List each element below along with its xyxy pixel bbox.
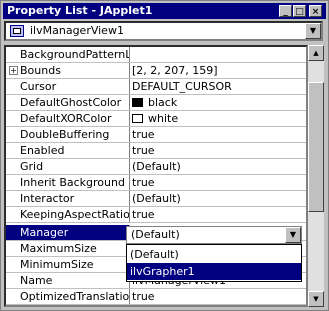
property-value[interactable]: (Default)	[132, 191, 306, 206]
property-row-doublebuffering[interactable]: DoubleBuffering true	[6, 127, 306, 143]
minimize-button[interactable]: _	[279, 5, 292, 17]
window-title: Property List - JApplet1	[7, 4, 153, 17]
property-name: DefaultGhostColor	[6, 95, 130, 110]
object-selector-combo[interactable]: ilvManagerView1 ▼	[4, 21, 323, 41]
dropdown-option-ilvgrapher1[interactable]: ilvGrapher1	[127, 263, 301, 280]
scroll-up-icon[interactable]: ▲	[308, 45, 324, 61]
property-row-inheritbackground[interactable]: Inherit Background true	[6, 175, 306, 191]
property-value[interactable]: DEFAULT_CURSOR	[132, 79, 306, 94]
property-value[interactable]: black	[132, 95, 306, 110]
property-row-backgroundpattern[interactable]: BackgroundPatternL	[6, 47, 306, 63]
property-value[interactable]: true	[132, 175, 306, 190]
property-name: Enabled	[6, 143, 130, 158]
property-name: DoubleBuffering	[6, 127, 130, 142]
property-row-interactor[interactable]: Interactor (Default)	[6, 191, 306, 207]
property-row-grid[interactable]: Grid (Default)	[6, 159, 306, 175]
manager-dropdown[interactable]: (Default) ▼	[126, 226, 302, 244]
close-button[interactable]: ×	[309, 5, 322, 17]
property-name: OptimizedTranslation	[6, 289, 130, 304]
expand-icon[interactable]: +	[9, 66, 18, 75]
scrollbar-thumb[interactable]	[308, 82, 324, 212]
property-name: Inherit Background	[6, 175, 130, 190]
property-name: MaximumSize	[6, 241, 130, 256]
property-row-defaultghostcolor[interactable]: DefaultGhostColor black	[6, 95, 306, 111]
manager-dropdown-value: (Default)	[131, 228, 180, 241]
property-row-cursor[interactable]: Cursor DEFAULT_CURSOR	[6, 79, 306, 95]
property-value[interactable]: (Default)	[132, 159, 306, 174]
property-row-optimizedtranslation[interactable]: OptimizedTranslation true	[6, 289, 306, 305]
vertical-scrollbar[interactable]: ▲ ▼	[308, 45, 324, 307]
property-name: KeepingAspectRatio	[6, 207, 130, 222]
manager-dropdown-list: (Default) ilvGrapher1	[126, 244, 302, 282]
property-value[interactable]: white	[132, 111, 306, 126]
title-bar[interactable]: Property List - JApplet1 _ □ ×	[3, 3, 326, 19]
property-value[interactable]: true	[132, 127, 306, 142]
property-value[interactable]: [2, 2, 207, 159]	[132, 63, 306, 78]
component-icon	[10, 25, 24, 37]
scroll-down-icon[interactable]: ▼	[308, 291, 324, 307]
property-name: Interactor	[6, 191, 130, 206]
property-name: BackgroundPatternL	[6, 47, 130, 62]
object-selector-value: ilvManagerView1	[30, 24, 124, 37]
property-name: + Bounds	[6, 63, 130, 78]
property-value[interactable]: true	[132, 143, 306, 158]
property-name: Name	[6, 273, 130, 288]
property-name: Grid	[6, 159, 130, 174]
property-name: Manager	[6, 225, 130, 240]
chevron-down-icon[interactable]: ▼	[285, 227, 301, 243]
property-row-keepingaspectratio[interactable]: KeepingAspectRatio true	[6, 207, 306, 223]
dropdown-option-default[interactable]: (Default)	[127, 246, 301, 263]
property-value[interactable]: true	[132, 207, 306, 222]
property-name: DefaultXORColor	[6, 111, 130, 126]
property-row-enabled[interactable]: Enabled true	[6, 143, 306, 159]
property-value[interactable]	[132, 47, 306, 62]
color-swatch	[132, 114, 143, 123]
maximize-button[interactable]: □	[293, 5, 306, 17]
property-row-bounds[interactable]: + Bounds [2, 2, 207, 159]	[6, 63, 306, 79]
property-name: MinimumSize	[6, 257, 130, 272]
chevron-down-icon[interactable]: ▼	[305, 23, 321, 39]
property-row-defaultxorcolor[interactable]: DefaultXORColor white	[6, 111, 306, 127]
property-value[interactable]: true	[132, 289, 306, 304]
property-name: Cursor	[6, 79, 130, 94]
color-swatch	[132, 98, 143, 107]
